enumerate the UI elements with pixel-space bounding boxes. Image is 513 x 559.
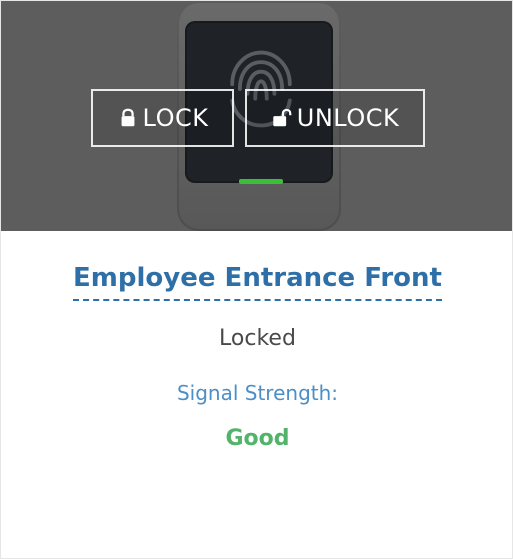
- device-image-area: LOCK UNLOCK: [1, 1, 512, 231]
- unlock-button[interactable]: UNLOCK: [245, 89, 425, 147]
- lock-label: LOCK: [142, 104, 209, 132]
- unlock-icon: [273, 108, 292, 127]
- unlock-label: UNLOCK: [296, 104, 400, 132]
- status-indicator-light: [239, 179, 283, 184]
- door-name[interactable]: Employee Entrance Front: [1, 263, 512, 301]
- door-name-text[interactable]: Employee Entrance Front: [73, 263, 442, 301]
- signal-strength-label: Signal Strength:: [176, 381, 339, 405]
- door-details: Employee Entrance Front Locked Signal St…: [1, 231, 512, 558]
- lock-button[interactable]: LOCK: [91, 89, 234, 147]
- door-status: Locked: [219, 326, 296, 351]
- lock-icon: [121, 108, 134, 127]
- signal-strength-value: Good: [225, 426, 290, 451]
- door-card: LOCK UNLOCK Employee Entrance Front Lock…: [0, 0, 513, 559]
